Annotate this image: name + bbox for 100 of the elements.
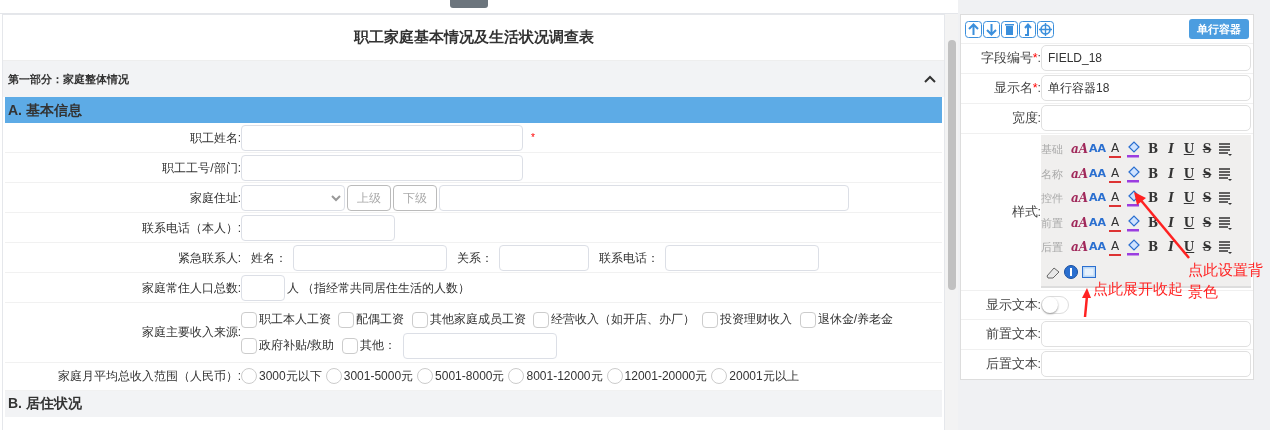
checkbox[interactable] (702, 311, 719, 328)
font-size-button[interactable]: AA (1089, 165, 1105, 182)
input-field[interactable] (241, 274, 285, 301)
bold-button[interactable]: B (1145, 239, 1161, 256)
bold-button[interactable]: B (1145, 190, 1161, 207)
checkbox[interactable] (338, 311, 355, 328)
checkbox-label: 配偶工资 (356, 312, 405, 326)
radio-label: 20001元以上 (729, 368, 799, 386)
trash-icon[interactable] (1001, 20, 1018, 38)
font-color-button[interactable]: A (1109, 189, 1121, 208)
font-color-button[interactable]: A (1109, 213, 1121, 232)
font-size-button[interactable]: AA (1089, 239, 1105, 256)
field-label: 家庭住址: (188, 189, 241, 207)
font-color-button[interactable]: A (1109, 140, 1121, 159)
align-icon[interactable] (1217, 165, 1233, 182)
section-header[interactable]: 第一部分：家庭整体情况 (3, 61, 944, 97)
panel-icon[interactable] (1081, 263, 1097, 280)
checkbox[interactable] (341, 337, 358, 354)
field-label: 紧急联系人: (176, 249, 241, 267)
bold-button[interactable]: B (1145, 141, 1161, 158)
underline-button[interactable]: U (1181, 141, 1197, 158)
checkbox[interactable] (241, 337, 257, 354)
underline-button[interactable]: U (1181, 239, 1197, 256)
checkbox[interactable] (241, 311, 257, 328)
bold-button[interactable]: B (1145, 165, 1161, 182)
radio-button[interactable] (417, 368, 434, 385)
font-family-button[interactable]: aA (1071, 214, 1087, 231)
strikethrough-button[interactable]: S (1199, 141, 1215, 158)
chevron-icon[interactable] (924, 75, 936, 83)
input-field[interactable] (293, 244, 447, 271)
font-family-button[interactable]: aA (1071, 141, 1087, 158)
checkbox-label: 投资理财收入 (720, 312, 793, 326)
strikethrough-button[interactable]: S (1199, 165, 1215, 182)
strikethrough-button[interactable]: S (1199, 190, 1215, 207)
label-colon: : (1037, 80, 1041, 98)
underline-button[interactable]: U (1181, 190, 1197, 207)
align-icon[interactable] (1217, 214, 1233, 231)
underline-button[interactable]: U (1181, 165, 1197, 182)
strikethrough-button[interactable]: S (1199, 239, 1215, 256)
radio-button[interactable] (508, 368, 525, 385)
italic-button[interactable]: I (1163, 190, 1179, 207)
font-color-button[interactable]: A (1109, 164, 1121, 183)
style-label: 控件 (1041, 191, 1064, 206)
style-label: 名称 (1041, 166, 1064, 182)
italic-button[interactable]: I (1163, 214, 1179, 231)
input-field[interactable] (241, 214, 395, 241)
input-field[interactable] (241, 124, 523, 151)
group-header[interactable]: B. 居住状况 (5, 390, 942, 417)
select-field[interactable] (241, 184, 345, 211)
font-family-button[interactable]: aA (1071, 190, 1087, 207)
checkbox-label: 经营收入（如开店、办厂） (551, 312, 696, 326)
input-field[interactable] (403, 332, 558, 359)
checkbox-label: 其他： (359, 338, 396, 352)
property-label: 显示文本: (985, 296, 1041, 314)
checkbox[interactable] (533, 311, 550, 328)
input-field[interactable] (499, 244, 589, 271)
property-label: 宽度: (1011, 110, 1041, 128)
radio-button[interactable] (325, 368, 342, 385)
input-label: 关系： (457, 249, 493, 267)
input-field[interactable] (1041, 105, 1251, 131)
underline-button[interactable]: U (1181, 214, 1197, 231)
required-mark: * (531, 131, 535, 145)
font-color-button[interactable]: A (1109, 238, 1121, 257)
input-field[interactable] (1041, 351, 1251, 377)
font-family-button[interactable]: aA (1071, 239, 1087, 256)
font-size-button[interactable]: AA (1089, 141, 1105, 158)
radio-label: 8001-12000元 (526, 368, 603, 386)
group-header[interactable]: A. 基本信息 (5, 97, 942, 123)
crosshair-icon[interactable] (1037, 20, 1054, 38)
align-icon[interactable] (1217, 141, 1233, 158)
font-size-button[interactable]: AA (1089, 190, 1105, 207)
scrollbar[interactable] (945, 14, 958, 430)
annotation-text: 点此展开收起 (1093, 279, 1183, 299)
input-field[interactable] (665, 244, 819, 271)
toggle-switch[interactable] (1041, 295, 1069, 314)
align-icon[interactable] (1217, 190, 1233, 207)
input-field[interactable]: 单行容器18 (1041, 75, 1251, 101)
italic-button[interactable]: I (1163, 165, 1179, 182)
font-size-button[interactable]: AA (1089, 214, 1105, 231)
input-field[interactable] (1041, 321, 1251, 347)
radio-button[interactable] (241, 368, 257, 385)
italic-button[interactable]: I (1163, 239, 1179, 256)
input-field[interactable]: FIELD_18 (1041, 45, 1251, 71)
info-icon[interactable] (1063, 263, 1079, 280)
font-family-button[interactable]: aA (1071, 165, 1087, 182)
checkbox-label: 政府补贴/救助 (259, 338, 335, 352)
arrow-up-icon[interactable] (965, 20, 982, 38)
arrow-down-icon[interactable] (983, 20, 1000, 38)
input-field[interactable] (241, 154, 523, 181)
arrow-up-icon[interactable] (1019, 20, 1036, 38)
checkbox[interactable] (411, 311, 428, 328)
input-label: 联系电话： (599, 249, 659, 267)
checkbox[interactable] (799, 311, 816, 328)
radio-button[interactable] (606, 368, 623, 385)
input-field[interactable] (439, 184, 849, 211)
strikethrough-button[interactable]: S (1199, 214, 1215, 231)
field-label: 家庭主要收入来源: (140, 324, 241, 342)
italic-button[interactable]: I (1163, 141, 1179, 158)
align-icon[interactable] (1217, 239, 1233, 256)
radio-button[interactable] (711, 368, 728, 385)
